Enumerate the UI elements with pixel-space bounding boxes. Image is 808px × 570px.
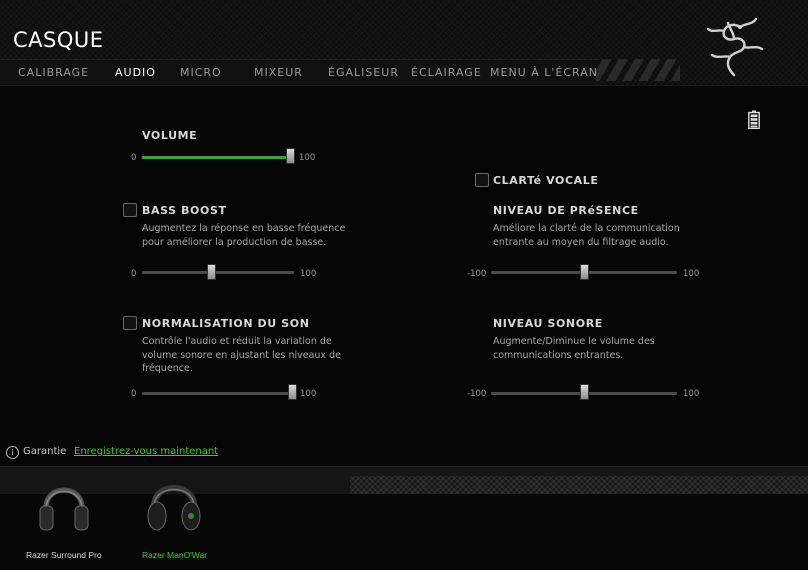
register-now-link[interactable]: Enregistrez-vous maintenant xyxy=(74,446,218,457)
bass-boost-min: 0 xyxy=(131,269,137,279)
voice-clarity-label: CLARTé VOCALE xyxy=(493,174,599,187)
volume-max: 100 xyxy=(299,153,316,163)
headset-icon xyxy=(147,485,201,531)
tab-audio[interactable]: AUDIO xyxy=(115,66,156,79)
volume-label: VOLUME xyxy=(142,129,198,142)
volume-slider-thumb[interactable] xyxy=(286,148,295,164)
info-icon: i xyxy=(6,446,19,459)
volume-fill xyxy=(142,156,290,159)
warranty-label: Garantie xyxy=(23,446,67,457)
bass-boost-slider-thumb[interactable] xyxy=(207,264,216,280)
presence-max: 100 xyxy=(683,269,700,279)
normalization-track[interactable] xyxy=(142,392,294,395)
bass-boost-description: Augmentez la réponse en basse fréquence … xyxy=(142,223,346,248)
device-razer-surround-pro[interactable]: Razer Surround Pro xyxy=(14,476,114,566)
sound-level-max: 100 xyxy=(683,389,700,399)
presence-label: NIVEAU DE PRéSENCE xyxy=(493,204,639,217)
device-footer xyxy=(0,494,808,570)
volume-min: 0 xyxy=(131,153,137,163)
headset-icon xyxy=(39,487,89,531)
razer-snake-logo-icon xyxy=(706,17,764,77)
normalization-slider-thumb[interactable] xyxy=(288,384,297,400)
bass-boost-track[interactable] xyxy=(142,271,294,274)
header-divider xyxy=(0,85,808,86)
normalization-max: 100 xyxy=(300,389,317,399)
sound-level-description: Augmente/Diminue le volume des communica… xyxy=(493,336,655,361)
tab-mixeur[interactable]: MIXEUR xyxy=(254,66,303,79)
tab-eclairage[interactable]: ÉCLAIRAGE xyxy=(411,66,482,79)
footer-carbon-texture xyxy=(350,476,808,494)
page-title: CASQUE xyxy=(13,28,104,52)
header-stripes xyxy=(596,59,680,81)
device-razer-manowar[interactable]: Razer ManO'War xyxy=(126,476,226,566)
normalization-checkbox[interactable] xyxy=(123,316,137,330)
presence-min: -100 xyxy=(467,269,487,279)
tab-egaliseur[interactable]: ÉGALISEUR xyxy=(328,66,399,79)
presence-slider-thumb[interactable] xyxy=(580,264,589,280)
sound-level-label: NIVEAU SONORE xyxy=(493,317,603,330)
device-name: Razer Surround Pro xyxy=(26,550,102,560)
battery-icon xyxy=(748,110,760,129)
presence-description: Améliore la clarté de la communication e… xyxy=(493,223,680,248)
bass-boost-label: BASS BOOST xyxy=(142,204,227,217)
sound-level-min: -100 xyxy=(467,389,487,399)
tab-micro[interactable]: MICRO xyxy=(180,66,222,79)
tab-menu-ecran[interactable]: MENU À L'ÉCRAN xyxy=(490,66,598,79)
normalization-min: 0 xyxy=(131,389,137,399)
tab-calibrage[interactable]: CALIBRAGE xyxy=(18,66,89,79)
sound-level-slider-thumb[interactable] xyxy=(580,384,589,400)
bass-boost-max: 100 xyxy=(300,269,317,279)
bass-boost-checkbox[interactable] xyxy=(123,203,137,217)
normalization-description: Contrôle l'audio et réduit la variation … xyxy=(142,336,341,374)
device-name: Razer ManO'War xyxy=(142,550,208,560)
voice-clarity-checkbox[interactable] xyxy=(475,173,489,187)
tab-bar: CALIBRAGE AUDIO MICRO MIXEUR ÉGALISEUR É… xyxy=(0,59,600,85)
normalization-label: NORMALISATION DU SON xyxy=(142,317,310,330)
